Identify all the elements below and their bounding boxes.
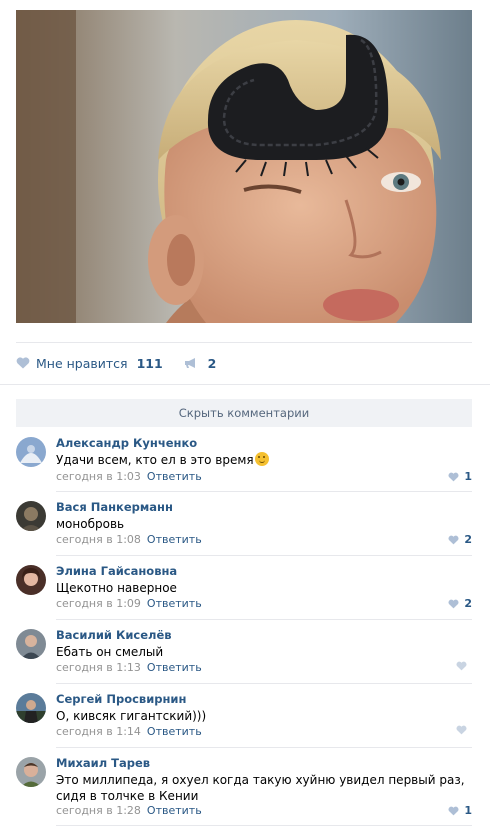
avatar[interactable] bbox=[16, 693, 46, 723]
comment-text: Это миллипеда, я охуел когда такую хуйню… bbox=[56, 773, 465, 803]
avatar[interactable] bbox=[16, 757, 46, 787]
comment-author[interactable]: Василий Киселёв bbox=[56, 628, 172, 642]
heart-icon bbox=[456, 725, 467, 735]
divider bbox=[16, 342, 472, 343]
comment-like-count: 2 bbox=[464, 533, 472, 546]
comment-time[interactable]: сегодня в 1:13 bbox=[56, 661, 141, 674]
reply-link[interactable]: Ответить bbox=[147, 725, 202, 738]
comment-author[interactable]: Вася Панкерманн bbox=[56, 500, 173, 514]
like-count: 111 bbox=[136, 355, 163, 371]
megaphone-icon bbox=[184, 358, 195, 368]
comment-like-count: 2 bbox=[464, 597, 472, 610]
divider bbox=[56, 747, 472, 748]
comment-time[interactable]: сегодня в 1:28 bbox=[56, 804, 141, 817]
avatar[interactable] bbox=[16, 565, 46, 595]
comment-like-count: 1 bbox=[464, 470, 472, 483]
comment-time[interactable]: сегодня в 1:03 bbox=[56, 470, 141, 483]
comment-author[interactable]: Элина Гайсановна bbox=[56, 564, 177, 578]
comment-text: Щекотно наверное bbox=[56, 581, 177, 595]
comment-meta: сегодня в 1:09 Ответить bbox=[56, 597, 202, 610]
comment-text: Ебать он смелый bbox=[56, 645, 164, 659]
heart-icon bbox=[448, 806, 459, 815]
divider bbox=[56, 555, 472, 556]
avatar[interactable] bbox=[16, 437, 46, 467]
comment-time[interactable]: сегодня в 1:14 bbox=[56, 725, 141, 738]
comment-time[interactable]: сегодня в 1:08 bbox=[56, 533, 141, 546]
heart-icon bbox=[448, 535, 459, 544]
comment-like-button[interactable]: 2 bbox=[448, 597, 472, 610]
reply-link[interactable]: Ответить bbox=[147, 533, 202, 546]
reply-link[interactable]: Ответить bbox=[147, 597, 202, 610]
avatar[interactable] bbox=[16, 501, 46, 531]
comment-text: О, кивсяк гигантский))) bbox=[56, 709, 207, 723]
comment-meta: сегодня в 1:08 Ответить bbox=[56, 533, 202, 546]
divider bbox=[56, 619, 472, 620]
comment-like-button[interactable]: 1 bbox=[448, 470, 472, 483]
post-actions: Мне нравится 111 2 bbox=[16, 352, 216, 374]
comment-meta: сегодня в 1:13 Ответить bbox=[56, 661, 202, 674]
heart-icon bbox=[448, 472, 459, 481]
comment-like-count: 1 bbox=[464, 804, 472, 817]
comment-text: Удачи всем, кто ел в это время bbox=[56, 452, 468, 468]
comment-like-button[interactable] bbox=[456, 661, 472, 671]
comment-text-content: Удачи всем, кто ел в это время bbox=[56, 453, 254, 467]
divider bbox=[56, 683, 472, 684]
reply-link[interactable]: Ответить bbox=[147, 661, 202, 674]
heart-icon bbox=[16, 357, 30, 369]
divider bbox=[0, 384, 490, 385]
heart-icon bbox=[448, 599, 459, 608]
like-button[interactable]: Мне нравится 111 bbox=[16, 356, 163, 371]
winking-face-icon bbox=[254, 452, 269, 466]
comment-author[interactable]: Сергей Просвирнин bbox=[56, 692, 186, 706]
comment-meta: сегодня в 1:03 Ответить bbox=[56, 470, 202, 483]
comment-author[interactable]: Михаил Тарев bbox=[56, 756, 150, 770]
comment-like-button[interactable] bbox=[456, 725, 472, 735]
hide-comments-button[interactable]: Скрыть комментарии bbox=[16, 399, 472, 427]
reply-link[interactable]: Ответить bbox=[147, 470, 202, 483]
divider bbox=[56, 825, 472, 826]
like-label: Мне нравится bbox=[36, 355, 128, 371]
share-button[interactable]: 2 bbox=[184, 355, 217, 371]
comment-meta: сегодня в 1:28 Ответить bbox=[56, 804, 202, 817]
comment-like-button[interactable]: 2 bbox=[448, 533, 472, 546]
avatar[interactable] bbox=[16, 629, 46, 659]
heart-icon bbox=[456, 661, 467, 671]
comment-text: монобровь bbox=[56, 517, 125, 531]
comment-like-button[interactable]: 1 bbox=[448, 804, 472, 817]
divider bbox=[56, 491, 472, 492]
comment-time[interactable]: сегодня в 1:09 bbox=[56, 597, 141, 610]
post-photo[interactable] bbox=[16, 10, 472, 323]
comment-author[interactable]: Александр Кунченко bbox=[56, 436, 197, 450]
reply-link[interactable]: Ответить bbox=[147, 804, 202, 817]
comment-meta: сегодня в 1:14 Ответить bbox=[56, 725, 202, 738]
share-count: 2 bbox=[207, 355, 217, 371]
